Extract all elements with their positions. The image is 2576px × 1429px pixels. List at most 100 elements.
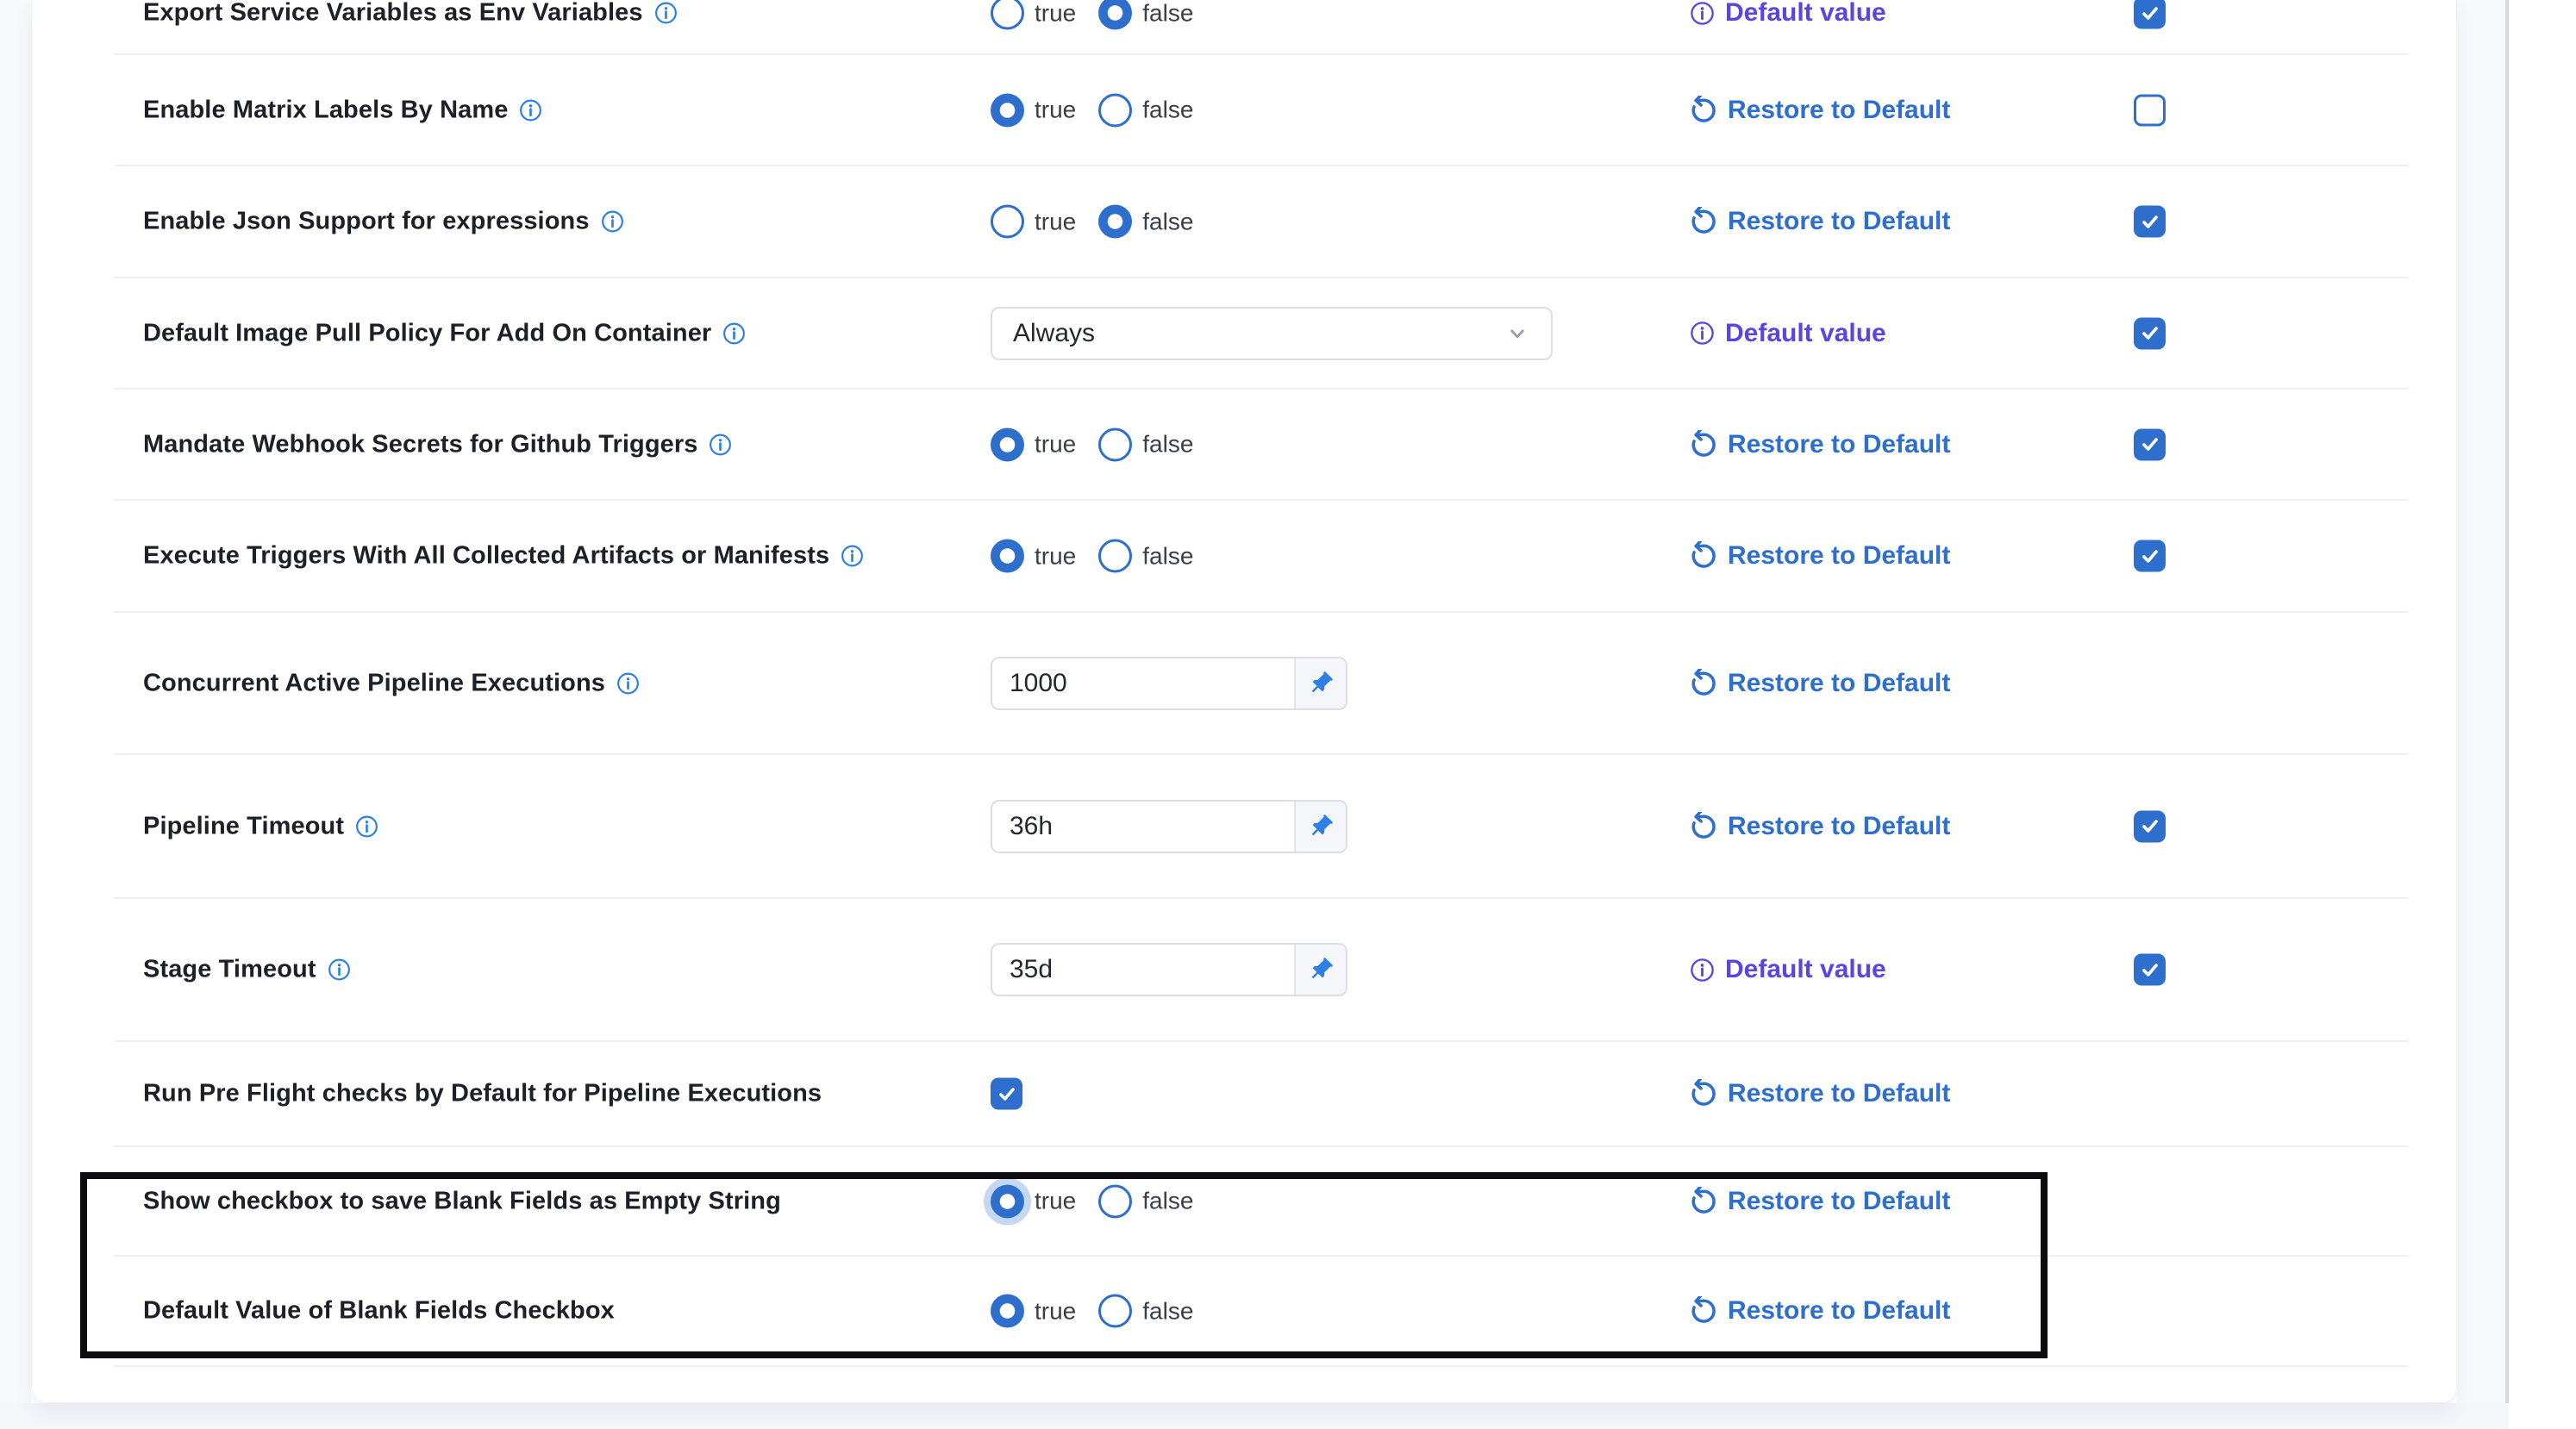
setting-label: Run Pre Flight checks by Default for Pip… (143, 1080, 822, 1108)
enable-setting-checkbox[interactable] (2134, 428, 2166, 460)
setting-enable-cell (2134, 0, 2166, 29)
settings-row: Pipeline Timeout (32, 754, 2456, 898)
default-value-label: Default value (1725, 319, 1886, 348)
setting-enable-cell (2134, 954, 2166, 986)
default-value-label: Default value (1725, 0, 1886, 28)
info-icon[interactable] (722, 321, 747, 346)
radio-true[interactable] (991, 1184, 1024, 1218)
setting-label: Show checkbox to save Blank Fields as Em… (143, 1187, 781, 1215)
setting-action-cell: Restore to Default (1689, 541, 1950, 571)
value-input[interactable] (992, 945, 1294, 995)
info-icon[interactable] (354, 814, 379, 839)
setting-label-cell: Export Service Variables as Env Variable… (143, 0, 678, 28)
setting-enable-cell (2134, 810, 2166, 842)
enable-setting-checkbox[interactable] (2134, 954, 2166, 986)
setting-control-cell: true false (991, 0, 1205, 30)
setting-label-cell: Stage Timeout (143, 956, 352, 984)
restore-icon (1689, 812, 1718, 841)
dropdown-select[interactable]: Always (991, 307, 1553, 360)
radio-true[interactable] (991, 0, 1024, 30)
restore-to-default-link[interactable]: Restore to Default (1689, 1296, 1950, 1326)
radio-true-label: true (1035, 1297, 1076, 1325)
setting-label: Concurrent Active Pipeline Executions (143, 669, 605, 697)
settings-row: Default Image Pull Policy For Add On Con… (32, 278, 2456, 389)
pin-icon[interactable] (1294, 658, 1346, 708)
setting-action-cell: Restore to Default (1689, 1296, 1950, 1326)
restore-to-default-link[interactable]: Restore to Default (1689, 1187, 1950, 1216)
default-value-indicator[interactable]: Default value (1689, 319, 1886, 348)
setting-action-cell: Restore to Default (1689, 669, 1950, 698)
restore-to-default-link[interactable]: Restore to Default (1689, 669, 1950, 698)
default-value-indicator[interactable]: Default value (1689, 955, 1886, 984)
radio-false[interactable] (1098, 540, 1132, 573)
enable-setting-checkbox[interactable] (2134, 810, 2166, 842)
restore-to-default-link[interactable]: Restore to Default (1689, 1079, 1950, 1108)
page-background-left (0, 0, 31, 1429)
radio-false[interactable] (1098, 1295, 1132, 1328)
radio-true[interactable] (991, 427, 1024, 461)
restore-to-default-label: Restore to Default (1728, 430, 1950, 459)
setting-label-cell: Show checkbox to save Blank Fields as Em… (143, 1187, 781, 1215)
setting-label: Default Value of Blank Fields Checkbox (143, 1297, 615, 1326)
radio-false[interactable] (1098, 1184, 1132, 1218)
restore-to-default-label: Restore to Default (1728, 541, 1950, 571)
setting-control-cell: true false (991, 427, 1205, 461)
radio-true[interactable] (991, 205, 1024, 239)
radio-true[interactable] (991, 93, 1024, 127)
setting-label-cell: Default Value of Blank Fields Checkbox (143, 1297, 615, 1326)
setting-label-cell: Concurrent Active Pipeline Executions (143, 669, 641, 697)
restore-icon (1689, 96, 1718, 125)
setting-checkbox[interactable] (991, 1078, 1022, 1110)
info-icon[interactable] (327, 958, 352, 983)
true-false-radio-group: true false (991, 540, 1205, 573)
radio-false[interactable] (1098, 93, 1132, 127)
restore-icon (1689, 1187, 1718, 1216)
radio-true[interactable] (991, 540, 1024, 573)
pin-icon[interactable] (1294, 945, 1346, 995)
enable-setting-checkbox[interactable] (2134, 94, 2166, 126)
setting-enable-cell (2134, 428, 2166, 460)
restore-to-default-link[interactable]: Restore to Default (1689, 812, 1950, 841)
settings-row: Enable Json Support for expressions true… (32, 165, 2456, 278)
setting-enable-cell (2134, 317, 2166, 349)
info-icon[interactable] (708, 432, 733, 457)
enable-setting-checkbox[interactable] (2134, 206, 2166, 238)
radio-true-label: true (1035, 0, 1076, 27)
settings-row: Enable Matrix Labels By Name true false (32, 54, 2456, 165)
restore-to-default-link[interactable]: Restore to Default (1689, 541, 1950, 571)
value-input[interactable] (992, 802, 1294, 852)
setting-label: Enable Json Support for expressions (143, 208, 590, 236)
radio-true[interactable] (991, 1295, 1024, 1328)
setting-label: Stage Timeout (143, 956, 316, 984)
enable-setting-checkbox[interactable] (2134, 540, 2166, 572)
setting-label-cell: Execute Triggers With All Collected Arti… (143, 542, 865, 571)
radio-true-label: true (1035, 208, 1076, 235)
info-icon[interactable] (840, 544, 865, 569)
info-icon[interactable] (616, 671, 641, 696)
restore-to-default-label: Restore to Default (1728, 1187, 1950, 1216)
enable-setting-checkbox[interactable] (2134, 317, 2166, 349)
value-input-group (991, 943, 1347, 996)
radio-false[interactable] (1098, 205, 1132, 239)
default-value-indicator[interactable]: Default value (1689, 0, 1886, 28)
radio-false[interactable] (1098, 427, 1132, 461)
settings-row: Run Pre Flight checks by Default for Pip… (32, 1041, 2456, 1146)
setting-action-cell: Default value (1689, 955, 1886, 984)
restore-to-default-link[interactable]: Restore to Default (1689, 96, 1950, 125)
restore-to-default-link[interactable]: Restore to Default (1689, 207, 1950, 236)
info-icon[interactable] (518, 97, 543, 122)
restore-to-default-label: Restore to Default (1728, 1079, 1950, 1108)
radio-false[interactable] (1098, 0, 1132, 30)
restore-to-default-label: Restore to Default (1728, 1296, 1950, 1326)
setting-label: Export Service Variables as Env Variable… (143, 0, 643, 28)
restore-icon (1689, 669, 1718, 698)
info-icon[interactable] (653, 1, 678, 26)
setting-label: Enable Matrix Labels By Name (143, 96, 508, 124)
restore-to-default-link[interactable]: Restore to Default (1689, 430, 1950, 459)
enable-setting-checkbox[interactable] (2134, 0, 2166, 29)
value-input[interactable] (992, 658, 1294, 708)
radio-false-label: false (1142, 1188, 1193, 1215)
info-icon[interactable] (600, 209, 625, 234)
pin-icon[interactable] (1294, 802, 1346, 852)
setting-control-cell: true false (991, 540, 1205, 573)
